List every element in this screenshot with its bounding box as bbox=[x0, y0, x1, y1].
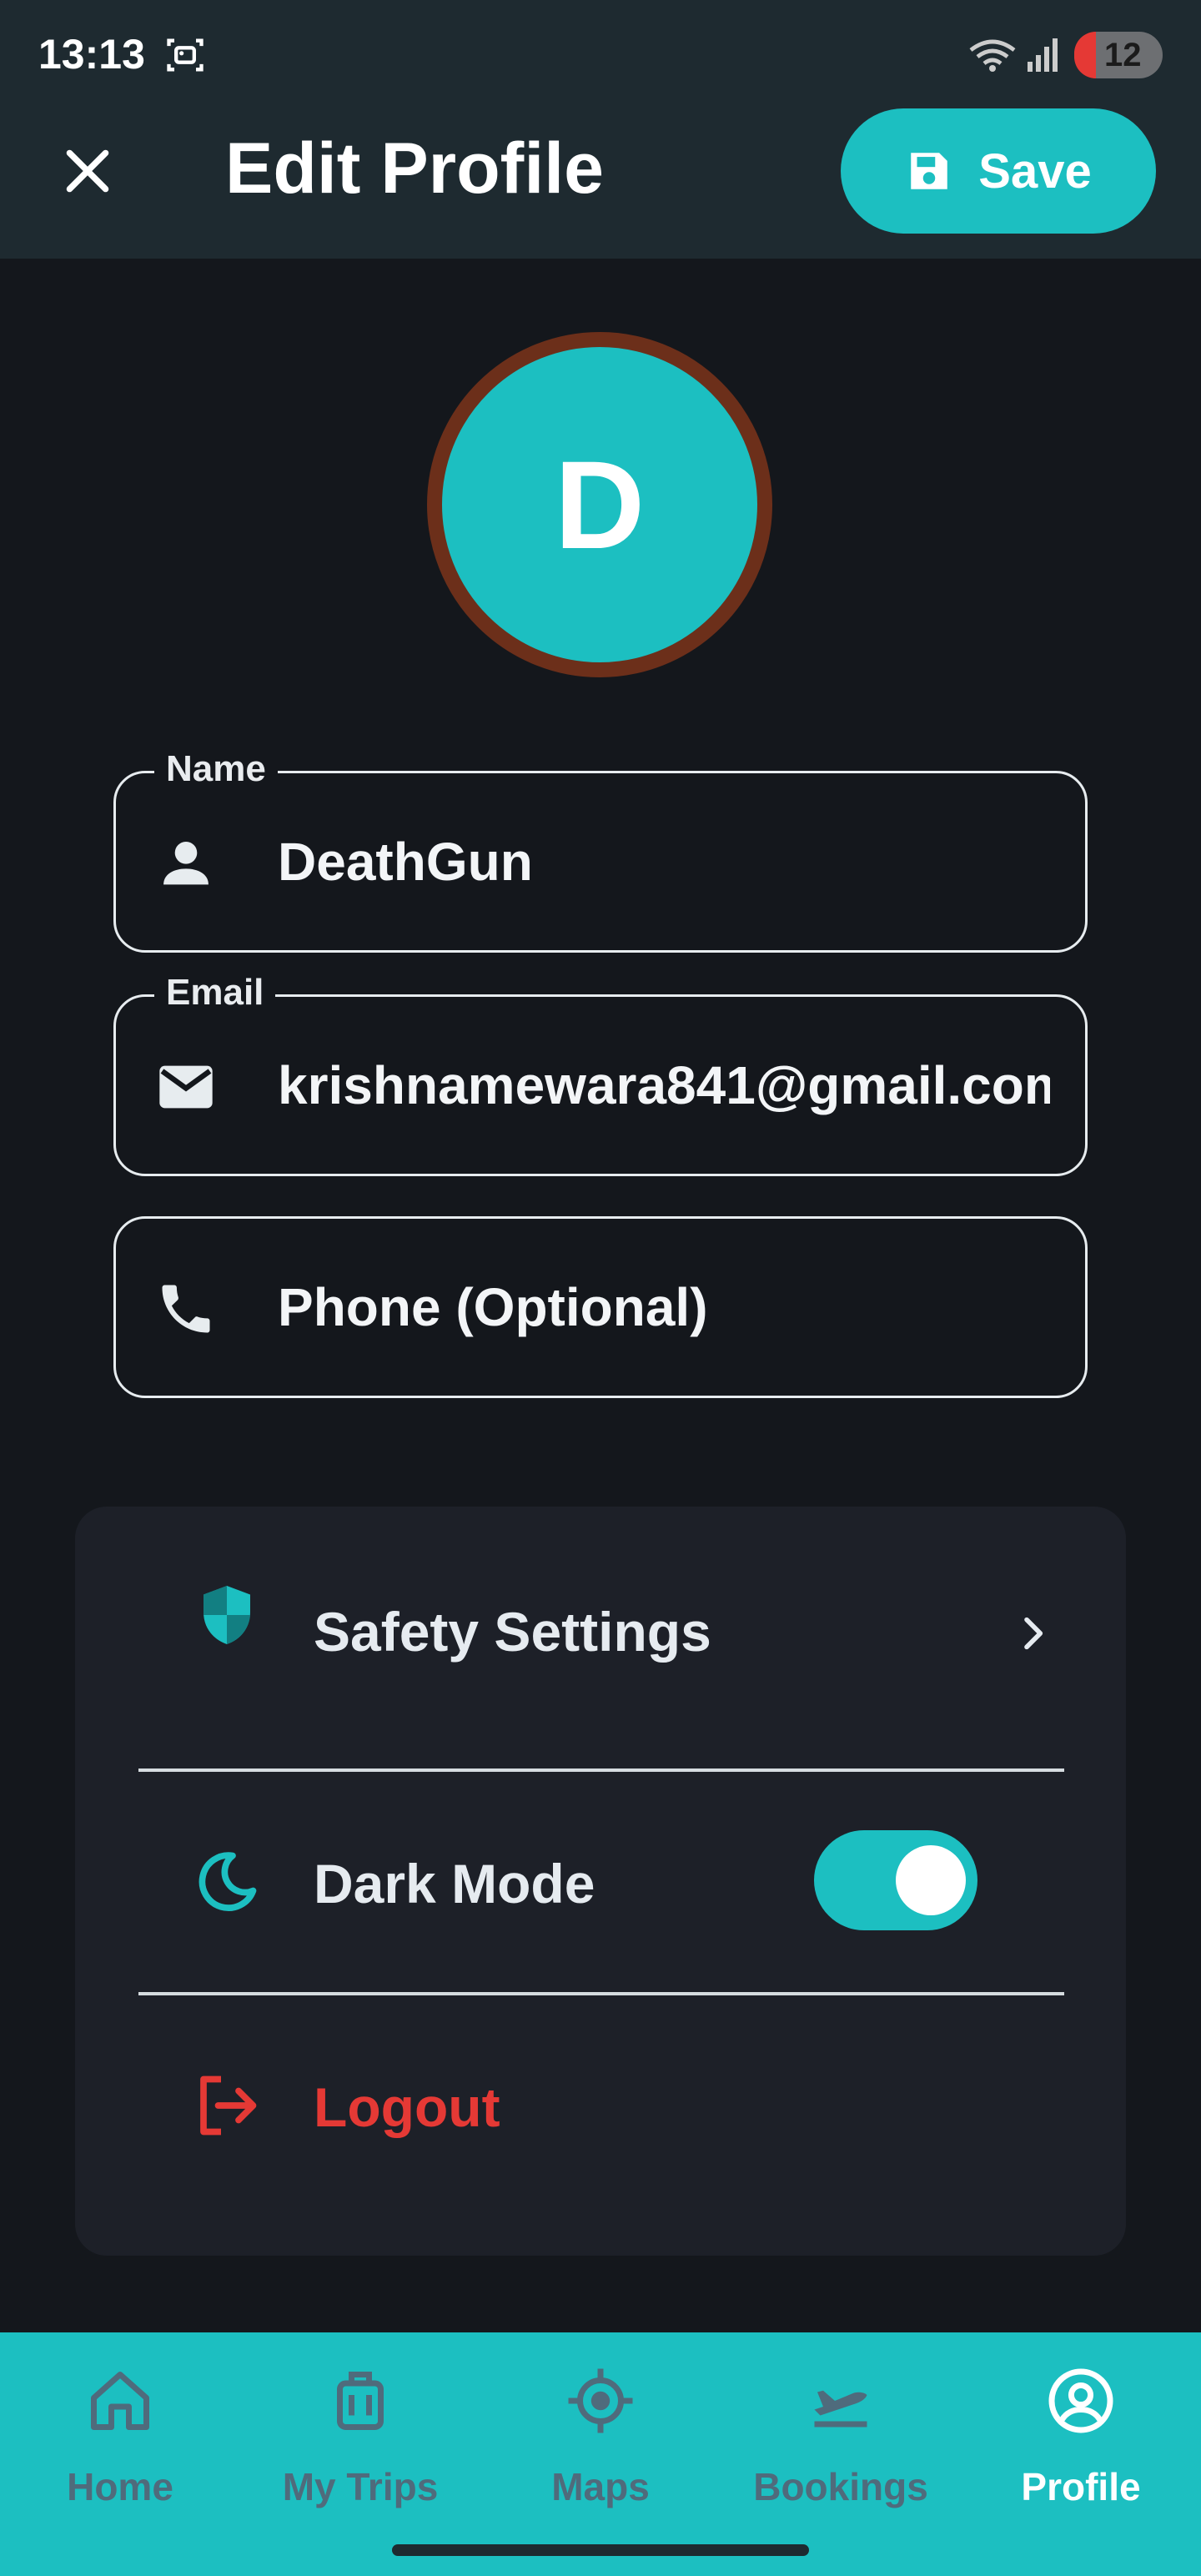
safety-settings-row[interactable]: Safety Settings bbox=[75, 1507, 1126, 1723]
dark-mode-label: Dark Mode bbox=[314, 1853, 595, 1914]
page-title: Edit Profile bbox=[225, 128, 604, 209]
name-input[interactable]: DeathGun bbox=[278, 827, 1050, 897]
name-field[interactable]: Name DeathGun bbox=[113, 748, 1088, 953]
save-icon bbox=[911, 153, 948, 189]
nav-my-trips[interactable]: My Trips bbox=[244, 2366, 477, 2533]
nav-bookings[interactable]: Bookings bbox=[724, 2366, 957, 2533]
close-icon[interactable] bbox=[57, 140, 118, 202]
moon-icon bbox=[198, 1852, 257, 1911]
nav-bookings-label: Bookings bbox=[753, 2465, 928, 2508]
screenshot-icon bbox=[167, 38, 204, 72]
save-button[interactable]: Save bbox=[841, 108, 1156, 234]
wifi-icon bbox=[969, 39, 1016, 72]
email-input[interactable]: krishnamewara841@gmail.com bbox=[278, 1050, 1050, 1120]
phone-input[interactable]: Phone (Optional) bbox=[278, 1272, 1050, 1342]
battery-level: 12 bbox=[1104, 37, 1142, 73]
safety-settings-label: Safety Settings bbox=[314, 1601, 711, 1663]
toggle-knob bbox=[896, 1845, 966, 1915]
logout-icon bbox=[200, 2075, 257, 2136]
chevron-right-icon bbox=[1024, 1617, 1043, 1650]
name-label: Name bbox=[154, 748, 278, 790]
phone-field[interactable]: Phone (Optional) bbox=[113, 1216, 1088, 1398]
nav-profile[interactable]: Profile bbox=[964, 2366, 1198, 2533]
nav-profile-label: Profile bbox=[1021, 2465, 1141, 2508]
nav-maps-label: Maps bbox=[551, 2465, 650, 2508]
settings-card: Safety Settings Dark Mode Logout bbox=[75, 1507, 1126, 2256]
logout-label: Logout bbox=[314, 2076, 500, 2138]
shield-icon bbox=[204, 1586, 250, 1644]
logout-row[interactable]: Logout bbox=[75, 1995, 1126, 2212]
home-indicator bbox=[392, 2544, 809, 2556]
person-icon bbox=[163, 842, 209, 885]
account-circle-icon bbox=[1048, 2368, 1113, 2433]
luggage-icon bbox=[337, 2372, 384, 2430]
bottom-navigation: Home My Trips Maps Bookings Profile bbox=[0, 2332, 1201, 2576]
email-icon bbox=[159, 1065, 213, 1109]
nav-home[interactable]: Home bbox=[3, 2366, 237, 2533]
avatar[interactable]: D bbox=[427, 332, 772, 677]
phone-icon bbox=[162, 1285, 210, 1333]
signal-icon bbox=[1028, 38, 1058, 72]
email-field[interactable]: Email krishnamewara841@gmail.com bbox=[113, 972, 1088, 1176]
flight-takeoff-icon bbox=[814, 2390, 867, 2428]
dark-mode-toggle[interactable] bbox=[814, 1830, 977, 1930]
status-time: 13:13 bbox=[38, 31, 145, 78]
home-icon bbox=[91, 2372, 149, 2430]
avatar-initial: D bbox=[554, 434, 646, 575]
nav-home-label: Home bbox=[67, 2465, 173, 2508]
nav-my-trips-label: My Trips bbox=[282, 2465, 439, 2508]
email-label: Email bbox=[154, 972, 276, 1014]
gps-icon bbox=[568, 2368, 633, 2433]
save-label: Save bbox=[978, 143, 1092, 199]
nav-maps[interactable]: Maps bbox=[484, 2366, 717, 2533]
battery-indicator: 12 bbox=[1074, 32, 1163, 78]
